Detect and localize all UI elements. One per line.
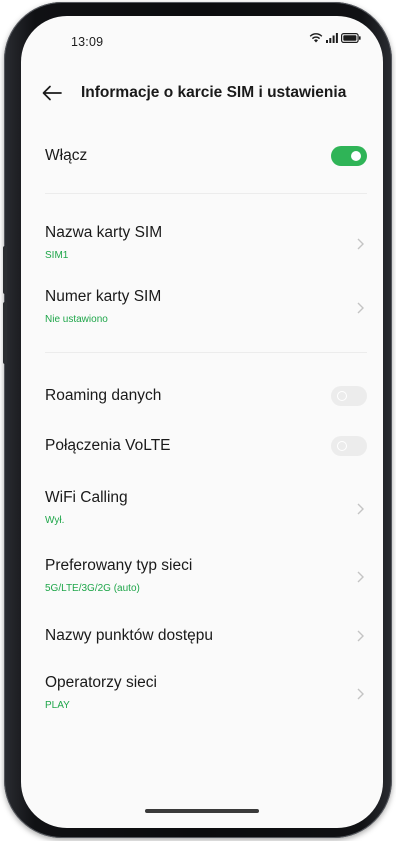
network-type-label: Preferowany typ sieci (45, 557, 193, 574)
divider (45, 352, 367, 353)
sim-number-label: Numer karty SIM (45, 288, 162, 305)
power-button (3, 246, 7, 294)
chevron-right-icon (357, 688, 364, 700)
enable-sim-toggle[interactable] (331, 146, 367, 166)
wifi-icon (309, 33, 323, 43)
page-title: Informacje o karcie SIM i ustawienia (81, 84, 347, 101)
wifi-calling-label: WiFi Calling (45, 489, 128, 506)
toggle-knob (351, 151, 361, 161)
chevron-right-icon (357, 630, 364, 642)
status-time: 13:09 (71, 35, 104, 49)
chevron-right-icon (357, 503, 364, 515)
screen: 13:09 Informacje o karcie SIM i ustawien… (21, 16, 383, 828)
divider (45, 193, 367, 194)
volte-label: Połączenia VoLTE (45, 437, 171, 454)
phone-frame: 13:09 Informacje o karcie SIM i ustawien… (3, 2, 392, 838)
sim-number-value: Nie ustawiono (45, 314, 108, 325)
network-operators-label: Operatorzy sieci (45, 674, 157, 691)
sim-name-label: Nazwa karty SIM (45, 224, 163, 241)
apn-row[interactable]: Nazwy punktów dostępu (21, 620, 383, 652)
data-roaming-label: Roaming danych (45, 387, 162, 404)
back-arrow-icon[interactable] (39, 82, 65, 104)
network-operators-row[interactable]: Operatorzy sieci PLAY (21, 670, 383, 716)
battery-icon (341, 32, 361, 43)
volume-button (3, 302, 7, 364)
data-roaming-row[interactable]: Roaming danych (21, 380, 383, 412)
data-roaming-toggle[interactable] (331, 386, 367, 406)
chevron-right-icon (357, 238, 364, 250)
chevron-right-icon (357, 302, 364, 314)
header: Informacje o karcie SIM i ustawienia (21, 78, 383, 108)
network-type-value: 5G/LTE/3G/2G (auto) (45, 583, 140, 594)
volte-row[interactable]: Połączenia VoLTE (21, 430, 383, 462)
network-operators-value: PLAY (45, 700, 70, 711)
volte-toggle[interactable] (331, 436, 367, 456)
sim-name-value: SIM1 (45, 250, 69, 261)
wifi-calling-row[interactable]: WiFi Calling Wył. (21, 485, 383, 531)
enable-sim-label: Włącz (45, 147, 88, 164)
sim-number-row[interactable]: Numer karty SIM Nie ustawiono (21, 284, 383, 330)
sim-name-row[interactable]: Nazwa karty SIM SIM1 (21, 220, 383, 266)
status-icons (309, 32, 361, 43)
toggle-knob (337, 441, 347, 451)
wifi-calling-value: Wył. (45, 515, 65, 526)
home-indicator[interactable] (145, 809, 259, 813)
signal-icon (326, 32, 338, 43)
network-type-row[interactable]: Preferowany typ sieci 5G/LTE/3G/2G (auto… (21, 553, 383, 599)
apn-label: Nazwy punktów dostępu (45, 627, 214, 644)
toggle-knob (337, 391, 347, 401)
status-bar: 13:09 (21, 16, 383, 60)
enable-sim-row[interactable]: Włącz (21, 140, 383, 172)
chevron-right-icon (357, 571, 364, 583)
